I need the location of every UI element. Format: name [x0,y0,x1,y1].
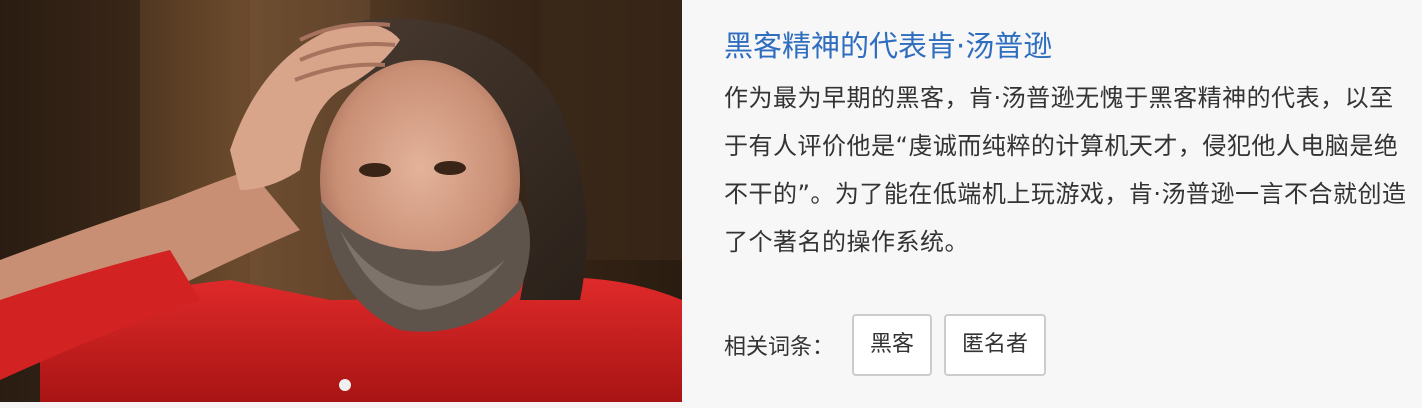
article-description: 作为最为早期的黑客，肯·汤普逊无愧于黑客精神的代表，以至于有人评价他是“虔诚而纯… [724,84,1407,256]
tag-hacker[interactable]: 黑客 [852,314,933,376]
related-label: 相关词条： [724,335,835,360]
related-tags: 相关词条： 黑客 匿名者 [724,314,1414,376]
portrait-photo[interactable] [0,0,682,402]
article-card: 黑客精神的代表肯·汤普逊 作为最为早期的黑客，肯·汤普逊无愧于黑客精神的代表，以… [0,0,1422,408]
tag-anonymous[interactable]: 匿名者 [944,314,1047,376]
article-title[interactable]: 黑客精神的代表肯·汤普逊 [724,26,1414,66]
article-info: 黑客精神的代表肯·汤普逊 作为最为早期的黑客，肯·汤普逊无愧于黑客精神的代表，以… [682,0,1422,408]
portrait-illustration [0,0,682,402]
